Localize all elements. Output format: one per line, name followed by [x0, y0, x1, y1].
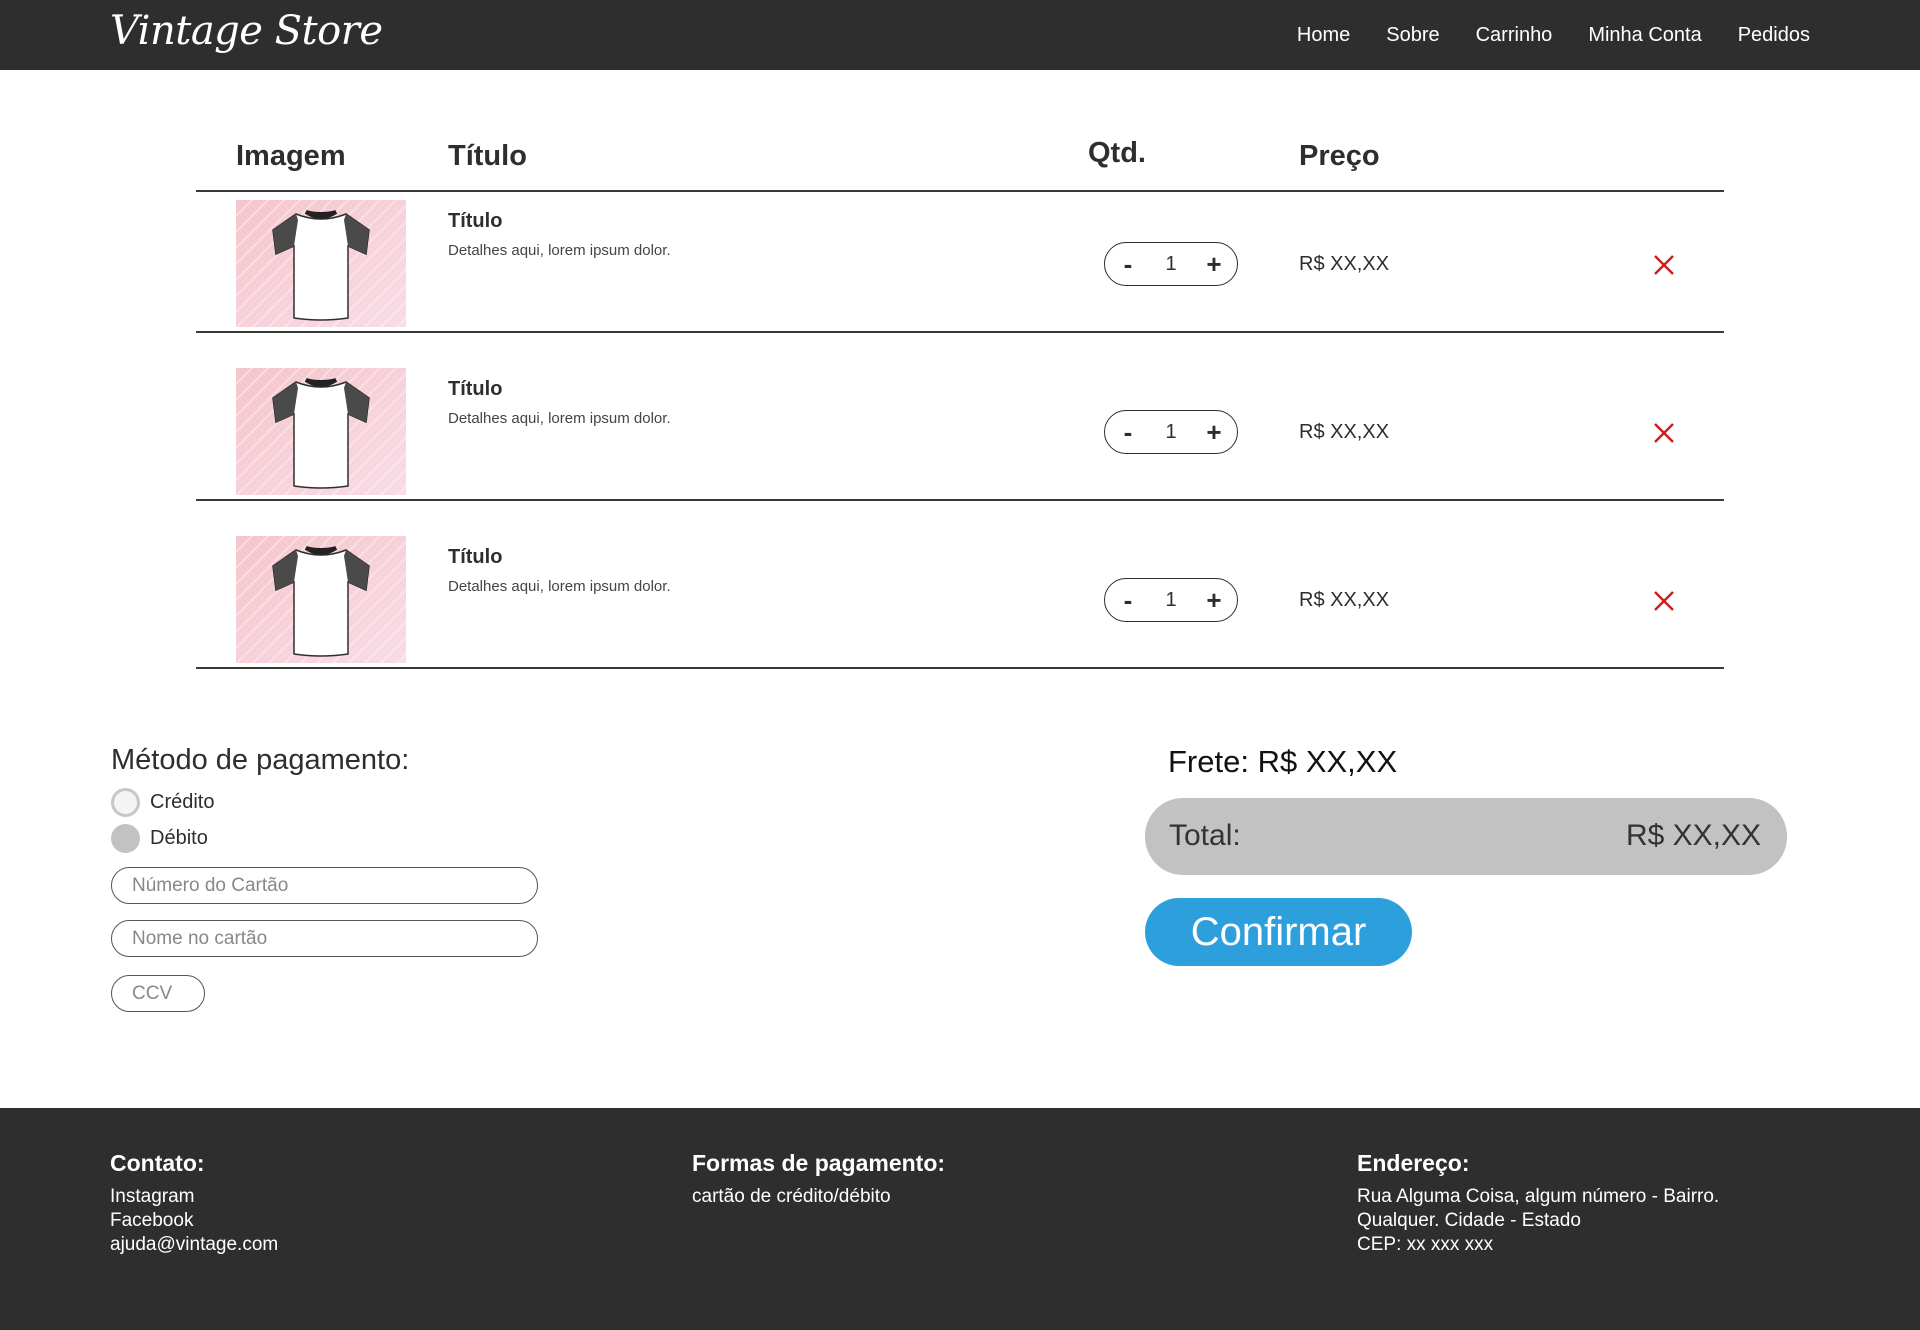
quantity-stepper: - 1 + [1104, 410, 1238, 454]
nav-pedidos[interactable]: Pedidos [1738, 24, 1810, 47]
total-box: Total: R$ XX,XX [1145, 798, 1787, 875]
table-divider [196, 499, 1724, 501]
product-price: R$ XX,XX [1299, 589, 1390, 611]
cart-row: Título Detalhes aqui, lorem ipsum dolor.… [196, 360, 1724, 528]
tshirt-thumbnail [236, 368, 406, 495]
radio-credito[interactable]: Crédito [111, 788, 214, 817]
column-header-qty: Qtd. [1088, 137, 1146, 169]
total-value: R$ XX,XX [1625, 819, 1761, 852]
radio-label: Débito [150, 827, 208, 849]
footer-address-line: Qualquer. Cidade - Estado [1357, 1210, 1581, 1231]
top-navbar: Vintage Store Home Sobre Carrinho Minha … [0, 0, 1920, 70]
quantity-stepper: - 1 + [1104, 578, 1238, 622]
decrease-qty-button[interactable]: - [1117, 251, 1139, 277]
footer-payment-title: Formas de pagamento: [692, 1150, 946, 1176]
quantity-value: 1 [1165, 588, 1177, 611]
shipping-cost: Frete: R$ XX,XX [1168, 744, 1398, 779]
cart-row: Título Detalhes aqui, lorem ipsum dolor.… [196, 528, 1724, 696]
remove-x-icon[interactable] [1651, 420, 1677, 446]
increase-qty-button[interactable]: + [1203, 587, 1225, 613]
footer-address-line: CEP: xx xxx xxx [1357, 1234, 1494, 1255]
product-thumbnail [236, 368, 406, 495]
remove-x-icon[interactable] [1651, 588, 1677, 614]
tshirt-thumbnail [236, 536, 406, 663]
total-label: Total: [1169, 819, 1241, 852]
card-number-field[interactable] [111, 867, 538, 904]
footer-link-email[interactable]: ajuda@vintage.com [110, 1233, 278, 1257]
product-thumbnail [236, 536, 406, 663]
nav-carrinho[interactable]: Carrinho [1476, 24, 1553, 47]
remove-x-icon[interactable] [1651, 252, 1677, 278]
product-title: Título [448, 378, 503, 400]
column-header-image: Imagem [236, 140, 346, 172]
product-title: Título [448, 210, 503, 232]
table-divider [196, 667, 1724, 669]
footer-address-line: Rua Alguma Coisa, algum número - Bairro. [1357, 1186, 1720, 1207]
card-name-field[interactable] [111, 920, 538, 957]
column-header-title: Título [448, 140, 527, 172]
product-thumbnail [236, 200, 406, 327]
cart-row: Título Detalhes aqui, lorem ipsum dolor.… [196, 192, 1724, 360]
column-header-price: Preço [1299, 140, 1380, 172]
product-price: R$ XX,XX [1299, 421, 1390, 443]
radio-debito[interactable]: Débito [111, 824, 208, 853]
radio-button[interactable] [111, 788, 140, 817]
radio-label: Crédito [150, 791, 215, 813]
footer-payment-text: cartão de crédito/débito [692, 1186, 891, 1207]
ccv-field[interactable] [111, 975, 205, 1012]
store-logo[interactable]: Vintage Store [110, 8, 383, 54]
footer: Contato: Instagram Facebook ajuda@vintag… [0, 1108, 1920, 1330]
nav-minha-conta[interactable]: Minha Conta [1588, 24, 1701, 47]
confirm-button[interactable]: Confirmar [1145, 898, 1412, 966]
footer-address-title: Endereço: [1357, 1150, 1470, 1176]
radio-button[interactable] [111, 824, 140, 853]
product-description: Detalhes aqui, lorem ipsum dolor. [448, 578, 671, 595]
product-description: Detalhes aqui, lorem ipsum dolor. [448, 410, 671, 427]
footer-contact: Contato: Instagram Facebook ajuda@vintag… [110, 1150, 278, 1257]
quantity-value: 1 [1165, 420, 1177, 443]
main-nav: Home Sobre Carrinho Minha Conta Pedidos [1297, 0, 1810, 70]
footer-address: Endereço: Rua Alguma Coisa, algum número… [1357, 1150, 1719, 1257]
product-title: Título [448, 546, 503, 568]
product-price: R$ XX,XX [1299, 253, 1390, 275]
tshirt-thumbnail [236, 200, 406, 327]
increase-qty-button[interactable]: + [1203, 251, 1225, 277]
payment-method-title: Método de pagamento: [111, 744, 410, 776]
table-divider [196, 331, 1724, 333]
footer-link-facebook[interactable]: Facebook [110, 1209, 278, 1233]
footer-payment: Formas de pagamento: cartão de crédito/d… [692, 1150, 945, 1209]
quantity-stepper: - 1 + [1104, 242, 1238, 286]
decrease-qty-button[interactable]: - [1117, 419, 1139, 445]
nav-sobre[interactable]: Sobre [1386, 24, 1439, 47]
quantity-value: 1 [1165, 252, 1177, 275]
decrease-qty-button[interactable]: - [1117, 587, 1139, 613]
increase-qty-button[interactable]: + [1203, 419, 1225, 445]
footer-link-instagram[interactable]: Instagram [110, 1185, 278, 1209]
footer-contact-title: Contato: [110, 1150, 205, 1176]
nav-home[interactable]: Home [1297, 24, 1350, 47]
product-description: Detalhes aqui, lorem ipsum dolor. [448, 242, 671, 259]
